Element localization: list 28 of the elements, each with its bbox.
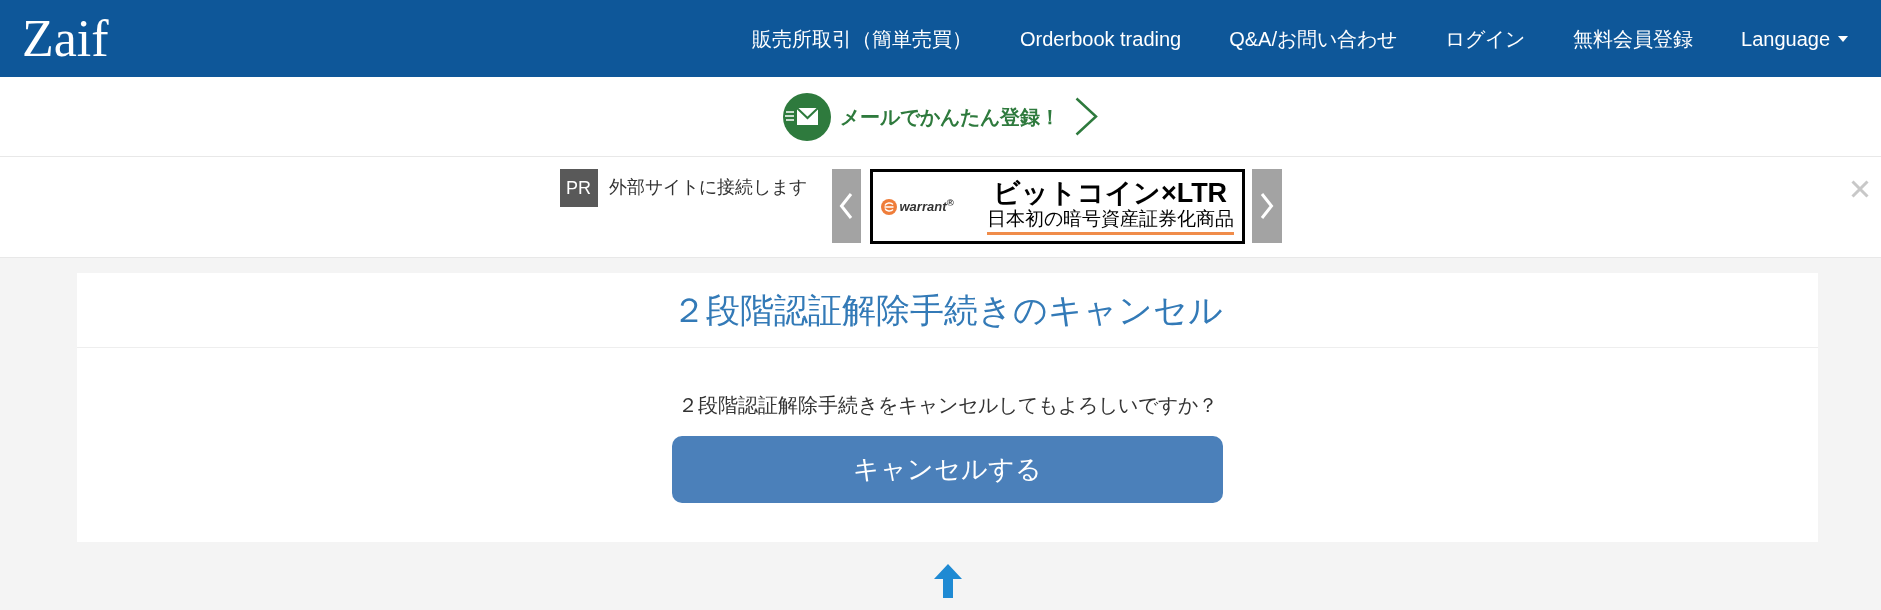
arrow-up-icon[interactable] bbox=[933, 564, 962, 598]
external-site-notice: 外部サイトに接続します bbox=[608, 176, 807, 199]
close-icon bbox=[1851, 180, 1869, 198]
close-button[interactable] bbox=[1851, 180, 1869, 198]
brand-logo-icon bbox=[880, 198, 897, 215]
site-logo[interactable]: Zaif bbox=[22, 12, 109, 65]
confirmation-message: ２段階認証解除手続きをキャンセルしてもよろしいですか？ bbox=[677, 393, 1218, 418]
chevron-right-icon bbox=[1075, 97, 1098, 136]
pr-badge: PR bbox=[559, 169, 598, 207]
chevron-right-icon bbox=[1259, 192, 1274, 220]
envelope-icon bbox=[783, 92, 831, 141]
banner-headline: ビットコイン×LTR bbox=[991, 178, 1229, 208]
cancel-button[interactable]: キャンセルする bbox=[672, 436, 1223, 503]
ad-banner[interactable]: warrant$^{®}$ ビットコイン×LTR 日本初の暗号資産証券化商品 bbox=[869, 169, 1245, 244]
nav-link[interactable]: 販売所取引（簡単売買） bbox=[728, 23, 996, 54]
chevron-left-icon bbox=[839, 192, 853, 220]
previous-button[interactable] bbox=[831, 169, 861, 243]
language-dropdown[interactable]: Language bbox=[1717, 23, 1872, 54]
caret-icon bbox=[1838, 35, 1848, 42]
nav-link[interactable]: Q&A/お問い合わせ bbox=[1205, 23, 1421, 54]
nav-link[interactable]: ログイン bbox=[1421, 23, 1549, 54]
page-title: ２段階認証解除手続きのキャンセル bbox=[672, 290, 1223, 330]
email-signup-link[interactable]: メールでかんたん登録！ bbox=[783, 92, 1098, 141]
next-button[interactable] bbox=[1251, 169, 1282, 243]
brand-name: warrant$^{®}$ bbox=[899, 196, 954, 216]
banner-subline: 日本初の暗号資産証券化商品 bbox=[986, 208, 1234, 230]
nav-link[interactable]: 無料会員登録 bbox=[1549, 23, 1717, 54]
nav-link[interactable]: Orderbook trading bbox=[996, 23, 1206, 54]
